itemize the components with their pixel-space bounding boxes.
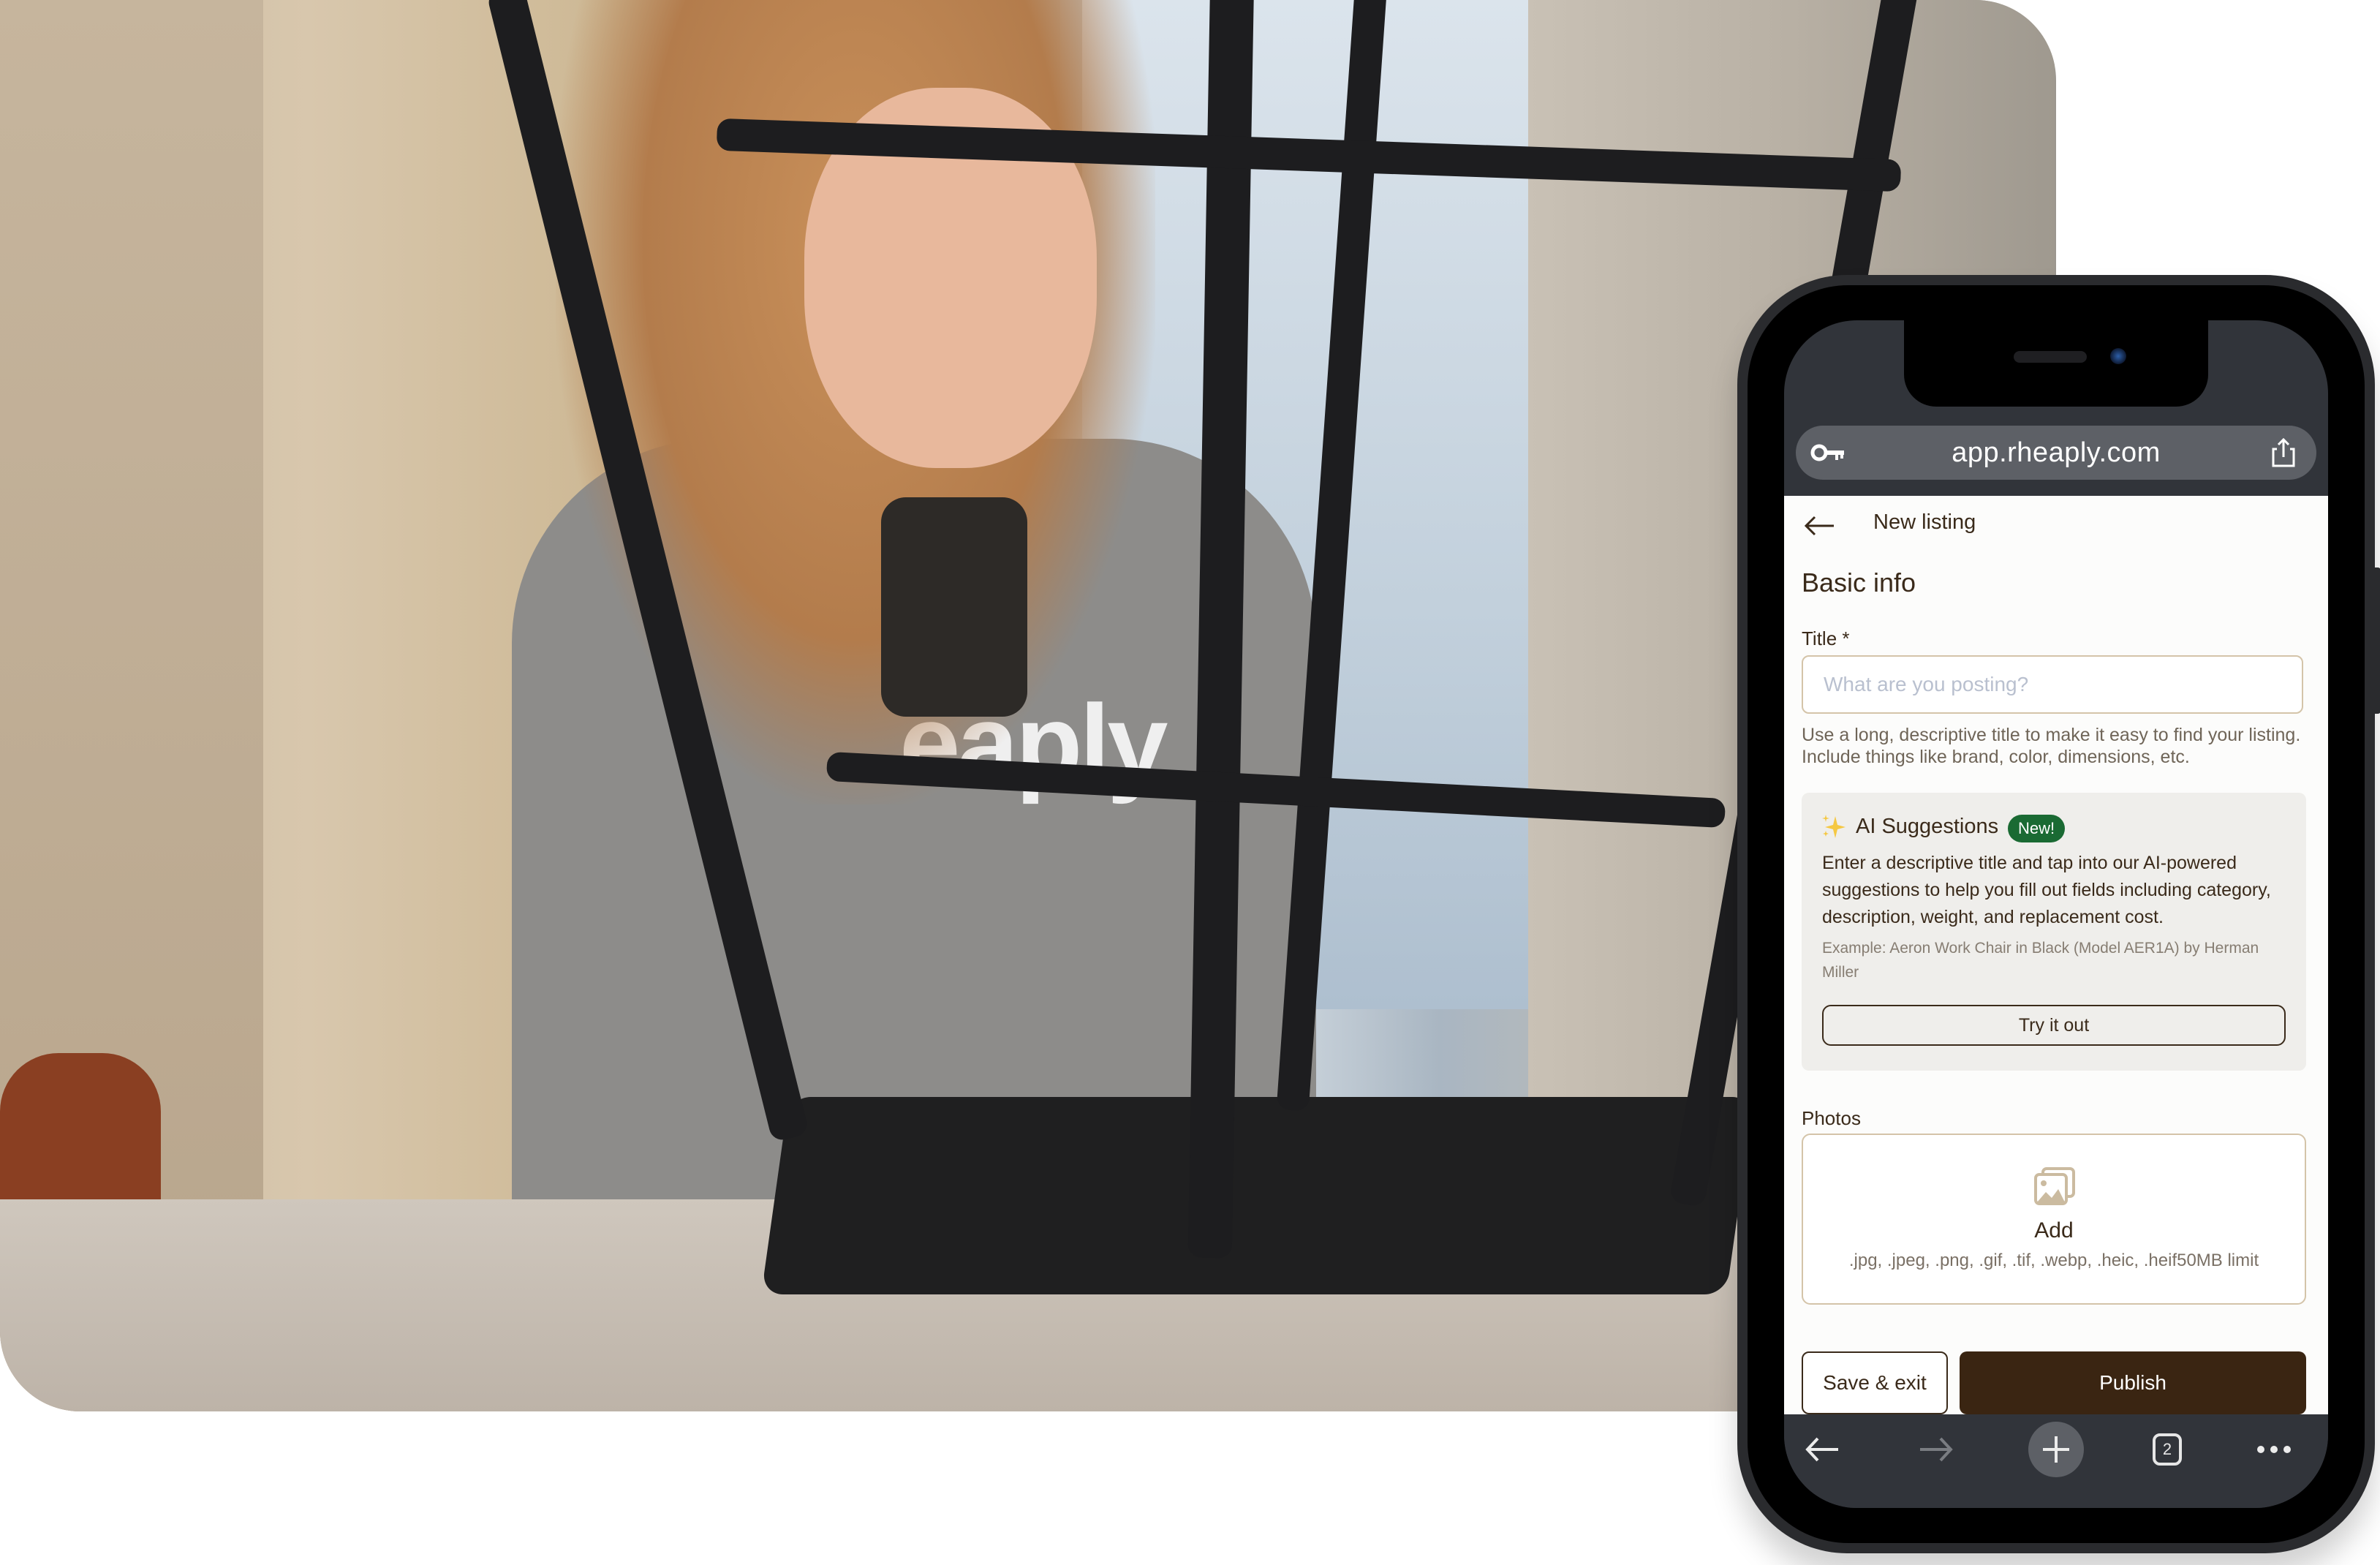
publish-button[interactable]: Publish: [1960, 1351, 2306, 1414]
more-dots-icon[interactable]: [2246, 1422, 2302, 1477]
phone-notch: [1904, 320, 2208, 407]
title-helper-text: Use a long, descriptive title to make it…: [1802, 725, 2301, 767]
tabs-button[interactable]: 2: [2139, 1422, 2195, 1477]
phone-screen: app.rheaply.com New listing Basic info T…: [1784, 320, 2328, 1508]
tab-count[interactable]: 2: [2153, 1433, 2182, 1466]
try-it-out-button[interactable]: Try it out: [1822, 1005, 2286, 1046]
photo-held-phone: [881, 497, 1027, 717]
sparkles-icon: [1821, 813, 1847, 840]
title-input[interactable]: [1802, 655, 2303, 714]
plus-icon[interactable]: [2028, 1422, 2084, 1477]
speaker-grille: [2014, 351, 2087, 363]
browser-toolbar: 2: [1784, 1414, 2328, 1508]
key-icon[interactable]: [1810, 442, 1847, 464]
back-arrow-icon[interactable]: [1794, 1422, 1850, 1477]
page-title: New listing: [1873, 510, 1976, 534]
front-camera: [2110, 348, 2126, 364]
phone-mockup: app.rheaply.com New listing Basic info T…: [1737, 275, 2380, 1553]
address-bar[interactable]: app.rheaply.com: [1796, 426, 2316, 480]
save-and-exit-button[interactable]: Save & exit: [1802, 1351, 1948, 1414]
form-actions: Save & exit Publish: [1802, 1351, 2306, 1414]
accepted-formats-text: .jpg, .jpeg, .png, .gif, .tif, .webp, .h…: [1848, 1251, 2259, 1270]
title-field-label: Title *: [1802, 627, 1850, 649]
photo-upload-dropzone[interactable]: Add .jpg, .jpeg, .png, .gif, .tif, .webp…: [1802, 1134, 2306, 1305]
app-content: New listing Basic info Title * Use a lon…: [1784, 496, 2328, 1414]
photo-stool-seat: [761, 1097, 1754, 1294]
back-arrow-icon[interactable]: [1803, 515, 1835, 537]
photos-label: Photos: [1802, 1107, 1861, 1129]
add-photo-label[interactable]: Add: [1803, 1218, 2305, 1243]
ai-suggestions-card: AI Suggestions New! Enter a descriptive …: [1802, 793, 2306, 1071]
new-badge: New!: [2008, 815, 2066, 842]
ai-suggestions-example: Example: Aeron Work Chair in Black (Mode…: [1822, 940, 2259, 981]
phone-side-button: [2375, 567, 2380, 714]
ai-suggestions-description: Enter a descriptive title and tap into o…: [1822, 853, 2271, 927]
ai-suggestions-title: AI Suggestions: [1856, 815, 1999, 838]
forward-arrow-icon[interactable]: [1908, 1422, 1964, 1477]
image-gallery-icon: [2034, 1167, 2077, 1205]
section-title: Basic info: [1802, 567, 1916, 597]
share-icon[interactable]: [2271, 437, 2296, 468]
url-text[interactable]: app.rheaply.com: [1796, 437, 2316, 469]
